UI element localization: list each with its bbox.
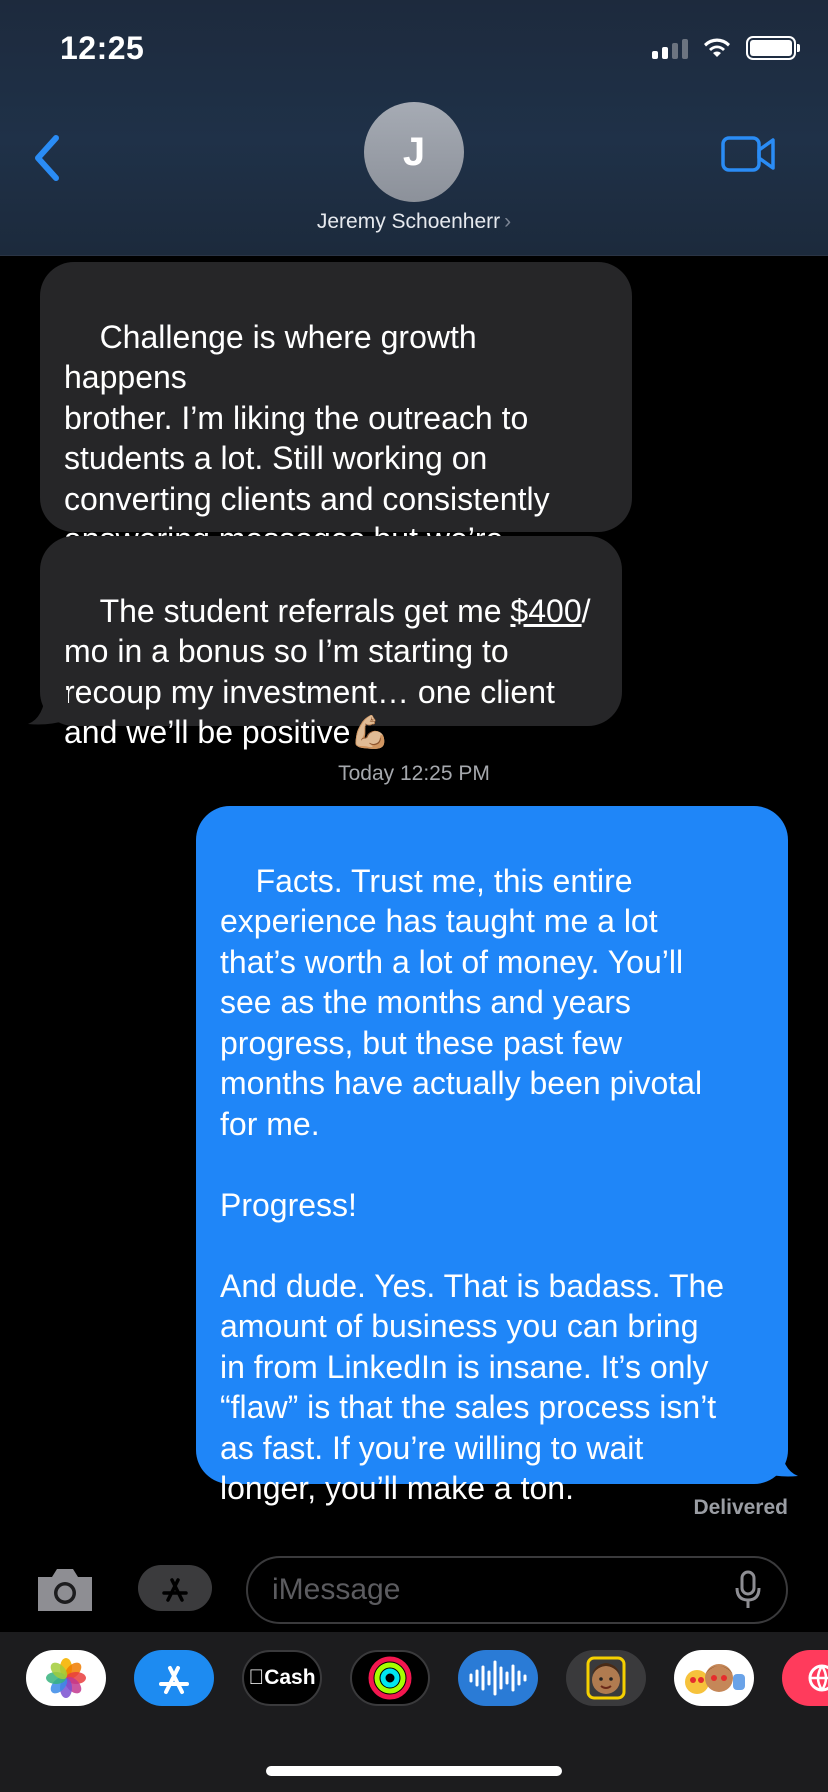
animoji-stickers-app-button[interactable]	[674, 1650, 754, 1706]
apple-cash-app-button[interactable]: Cash	[242, 1650, 322, 1706]
activity-app-button[interactable]	[350, 1650, 430, 1706]
bubble-tail	[758, 1442, 798, 1477]
photos-icon	[46, 1658, 86, 1698]
app-store-button[interactable]	[138, 1565, 212, 1611]
status-time: 12:25	[60, 30, 145, 66]
apple-cash-icon: Cash	[248, 1666, 315, 1689]
memoji-icon	[586, 1656, 626, 1700]
conversation-header: 12:25 J Jeremy Schoenherr ›	[0, 0, 828, 256]
microphone-icon[interactable]	[734, 1570, 762, 1610]
web-app-button[interactable]	[782, 1650, 828, 1706]
message-input-container[interactable]	[246, 1556, 788, 1624]
camera-icon[interactable]	[34, 1565, 96, 1615]
message-text: Facts. Trust me, this entire experience …	[220, 862, 725, 1507]
bubble-tail	[28, 690, 68, 725]
outgoing-message[interactable]: Facts. Trust me, this entire experience …	[196, 806, 788, 1506]
photos-app-button[interactable]	[26, 1650, 106, 1706]
incoming-message[interactable]: The student referrals get me $400/ mo in…	[40, 536, 622, 750]
animoji-stickers-icon	[685, 1664, 745, 1694]
battery-icon	[746, 36, 800, 60]
message-text: The student referrals get me	[99, 592, 511, 629]
wifi-icon	[704, 38, 730, 57]
memoji-app-button[interactable]	[566, 1650, 646, 1706]
facetime-video-icon[interactable]	[720, 134, 776, 174]
avatar-initial: J	[402, 129, 426, 174]
app-store-icon	[159, 1666, 189, 1694]
messages-screen: 12:25 J Jeremy Schoenherr › Challenge is…	[0, 0, 828, 1792]
avatar[interactable]: J	[364, 102, 464, 202]
status-icons	[652, 36, 800, 60]
app-store-app-button[interactable]	[134, 1650, 214, 1706]
contact-name-label: Jeremy Schoenherr	[316, 210, 501, 233]
audio-message-icon	[469, 1660, 527, 1696]
activity-icon	[368, 1656, 412, 1700]
app-store-icon	[162, 1578, 188, 1602]
audio-message-app-button[interactable]	[458, 1650, 538, 1706]
chevron-right-icon: ›	[504, 210, 512, 233]
web-icon	[808, 1664, 828, 1692]
back-chevron-icon[interactable]	[28, 130, 68, 186]
message-input[interactable]	[272, 1573, 734, 1607]
timestamp: Today 12:25 PM	[338, 762, 490, 785]
cellular-signal-icon	[652, 37, 688, 59]
delivery-status: Delivered	[693, 1496, 788, 1519]
incoming-message[interactable]: Challenge is where growth happens brothe…	[40, 262, 632, 598]
money-link[interactable]: $400	[510, 593, 581, 629]
contact-name[interactable]: Jeremy Schoenherr ›	[0, 210, 828, 234]
home-indicator[interactable]	[266, 1766, 562, 1776]
